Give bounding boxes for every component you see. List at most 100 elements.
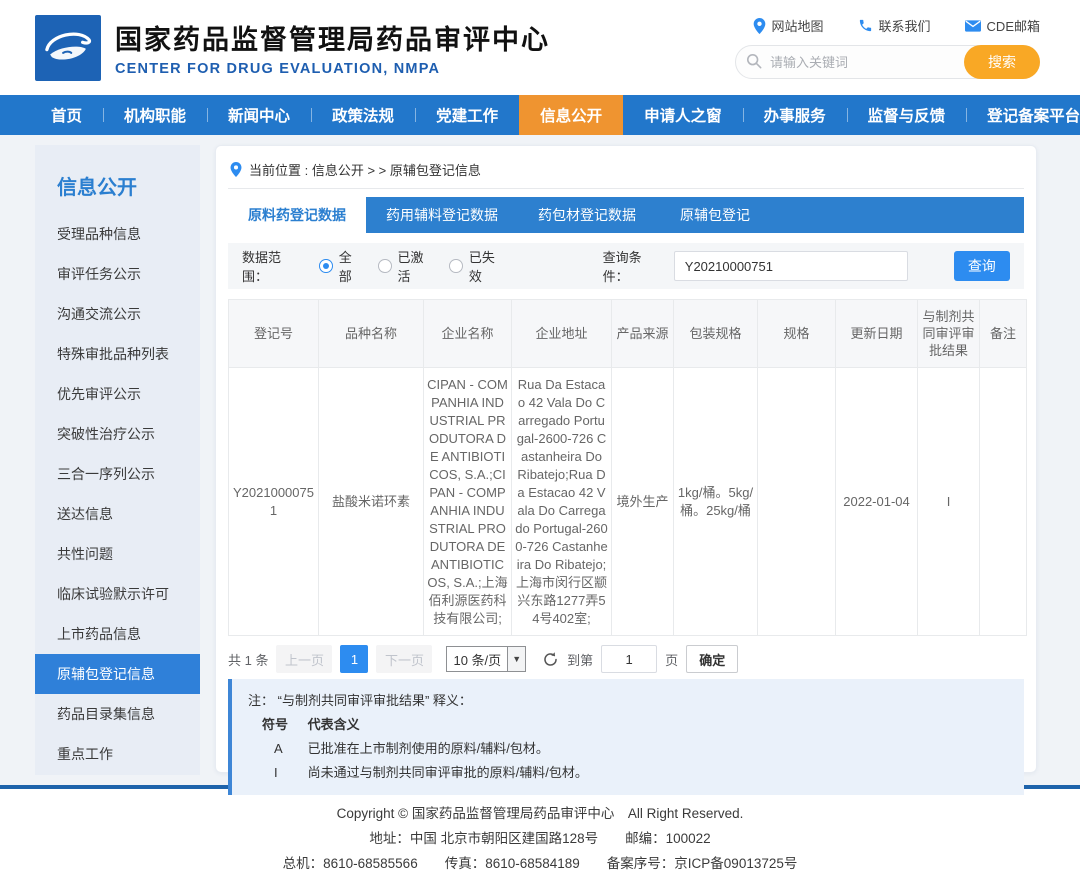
sidebar-item-clinical-trial-license[interactable]: 临床试验默示许可	[35, 574, 200, 614]
page-size-select[interactable]: 10 条/页 ▼	[446, 646, 526, 672]
total-count: 共 1 条	[228, 650, 268, 669]
sidebar-item-delivery-info[interactable]: 送达信息	[35, 494, 200, 534]
cell-spec	[758, 368, 836, 636]
mail-link[interactable]: CDE邮箱	[965, 16, 1040, 35]
table-row: Y20210000751 盐酸米诺环素 CIPAN - COMPANHIA IN…	[229, 368, 1027, 636]
tab-packaging-material-data[interactable]: 药包材登记数据	[518, 197, 656, 233]
radio-activated-label: 已激活	[398, 247, 436, 285]
sidebar-item-review-tasks[interactable]: 审评任务公示	[35, 254, 200, 294]
note-header-row: 符号 代表含义	[248, 713, 1008, 737]
brand-text: 国家药品监督管理局药品审评中心 CENTER FOR DRUG EVALUATI…	[115, 18, 550, 77]
col-header-packaging: 包装规格	[674, 300, 758, 368]
nav-item-registration-platform[interactable]: 登记备案平台	[966, 95, 1080, 135]
query-condition-label: 查询条件：	[603, 247, 666, 285]
sidebar-item-breakthrough-therapy[interactable]: 突破性治疗公示	[35, 414, 200, 454]
radio-activated-dot	[378, 259, 392, 273]
main-area: 信息公开 受理品种信息 审评任务公示 沟通交流公示 特殊审批品种列表 优先审评公…	[0, 135, 1080, 785]
note-meaning-i: 尚未通过与制剂共同审评审批的原料/辅料/包材。	[308, 765, 588, 780]
col-header-remark: 备注	[980, 300, 1027, 368]
note-symbol-a: A	[274, 737, 304, 761]
refresh-icon[interactable]	[542, 651, 559, 668]
search-icon	[746, 53, 762, 74]
scope-label: 数据范围：	[242, 247, 305, 285]
note-box: 注： “与制剂共同审评审批结果” 释义： 符号 代表含义 A 已批准在上市制剂使…	[228, 679, 1024, 795]
col-header-approval-result: 与制剂共同审评审批结果	[918, 300, 980, 368]
cell-approval-result: I	[918, 368, 980, 636]
goto-label: 到第	[567, 650, 593, 669]
cell-product-name: 盐酸米诺环素	[319, 368, 424, 636]
cell-reg-no: Y20210000751	[229, 368, 319, 636]
sidebar-item-raw-material-registration[interactable]: 原辅包登记信息	[35, 654, 200, 694]
nav-item-info-disclosure[interactable]: 信息公开	[519, 95, 623, 135]
sidebar-title: 信息公开	[35, 163, 200, 214]
prev-page-button[interactable]: 上一页	[276, 645, 332, 673]
radio-all[interactable]: 全部	[319, 247, 364, 285]
note-meaning-a: 已批准在上市制剂使用的原料/辅料/包材。	[308, 741, 549, 756]
nav-item-functions[interactable]: 机构职能	[103, 95, 207, 135]
nav-item-services[interactable]: 办事服务	[743, 95, 847, 135]
brand: 国家药品监督管理局药品审评中心 CENTER FOR DRUG EVALUATI…	[35, 15, 550, 81]
sidebar-item-communication[interactable]: 沟通交流公示	[35, 294, 200, 334]
quick-links: 网站地图 联系我们 CDE邮箱	[753, 16, 1040, 35]
note-meaning-header: 代表含义	[308, 717, 360, 732]
tab-excipient-data[interactable]: 药用辅料登记数据	[366, 197, 518, 233]
location-pin-icon	[230, 162, 242, 177]
radio-all-label: 全部	[339, 247, 364, 285]
content-card: 当前位置 : 信息公开 > > 原辅包登记信息 原料药登记数据 药用辅料登记数据…	[215, 145, 1037, 773]
nav-item-party[interactable]: 党建工作	[415, 95, 519, 135]
nav-item-news[interactable]: 新闻中心	[207, 95, 311, 135]
next-page-button[interactable]: 下一页	[376, 645, 432, 673]
sidebar-item-drug-catalog[interactable]: 药品目录集信息	[35, 694, 200, 734]
sidebar-item-priority-review[interactable]: 优先审评公示	[35, 374, 200, 414]
sidebar-item-three-in-one[interactable]: 三合一序列公示	[35, 454, 200, 494]
page-number-button[interactable]: 1	[340, 645, 368, 673]
query-condition-input[interactable]	[674, 251, 908, 281]
page-size-value: 10 条/页	[447, 647, 507, 671]
sidebar-item-common-issues[interactable]: 共性问题	[35, 534, 200, 574]
breadcrumb-label: 当前位置 : 信息公开 > > 原辅包登记信息	[249, 160, 481, 179]
cell-company-name: CIPAN - COMPANHIA INDUSTRIAL PRODUTORA D…	[424, 368, 512, 636]
phone-icon	[858, 18, 873, 33]
header-searchbar: 搜索	[735, 45, 1040, 79]
confirm-button[interactable]: 确定	[686, 645, 738, 673]
filter-bar: 数据范围： 全部 已激活 已失效 查询条件： 查询	[228, 243, 1024, 289]
sitemap-link[interactable]: 网站地图	[753, 16, 824, 35]
nav-item-applicant[interactable]: 申请人之窗	[623, 95, 743, 135]
col-header-company-name: 企业名称	[424, 300, 512, 368]
contact-link-label: 联系我们	[879, 16, 931, 35]
tab-raw-material-data[interactable]: 原料药登记数据	[228, 197, 366, 233]
radio-activated[interactable]: 已激活	[378, 247, 435, 285]
site-header: 国家药品监督管理局药品审评中心 CENTER FOR DRUG EVALUATI…	[0, 0, 1080, 95]
goto-page-input[interactable]	[601, 645, 657, 673]
sidebar-item-key-work[interactable]: 重点工作	[35, 734, 200, 774]
radio-expired-label: 已失效	[469, 247, 507, 285]
cell-origin: 境外生产	[612, 368, 674, 636]
location-pin-icon	[753, 18, 766, 34]
query-button[interactable]: 查询	[954, 251, 1010, 281]
col-header-update-date: 更新日期	[836, 300, 918, 368]
mail-link-label: CDE邮箱	[987, 16, 1040, 35]
contact-link[interactable]: 联系我们	[858, 16, 931, 35]
sidebar-item-marketed-drugs[interactable]: 上市药品信息	[35, 614, 200, 654]
registration-table: 登记号 品种名称 企业名称 企业地址 产品来源 包装规格 规格 更新日期 与制剂…	[228, 299, 1027, 636]
nav-item-policy[interactable]: 政策法规	[311, 95, 415, 135]
sitemap-link-label: 网站地图	[772, 16, 824, 35]
table-header-row: 登记号 品种名称 企业名称 企业地址 产品来源 包装规格 规格 更新日期 与制剂…	[229, 300, 1027, 368]
nav-item-supervision[interactable]: 监督与反馈	[847, 95, 967, 135]
note-symbol-i: I	[274, 761, 304, 785]
goto-unit: 页	[665, 650, 678, 669]
sidebar-item-accepted-products[interactable]: 受理品种信息	[35, 214, 200, 254]
site-title: 国家药品监督管理局药品审评中心	[115, 18, 550, 57]
pagination: 共 1 条 上一页 1 下一页 10 条/页 ▼ 到第 页 确定	[228, 645, 1024, 673]
footer-contact: 总机：8610-68585566 传真：8610-68584189 备案序号：京…	[0, 851, 1080, 876]
site-footer: Copyright © 国家药品监督管理局药品审评中心 All Right Re…	[0, 789, 1080, 876]
nav-item-home[interactable]: 首页	[30, 95, 103, 135]
sidebar-item-special-approval[interactable]: 特殊审批品种列表	[35, 334, 200, 374]
tab-registration[interactable]: 原辅包登记	[656, 197, 774, 233]
col-header-product-name: 品种名称	[319, 300, 424, 368]
search-button[interactable]: 搜索	[964, 45, 1040, 79]
cell-remark	[980, 368, 1027, 636]
breadcrumb: 当前位置 : 信息公开 > > 原辅包登记信息	[228, 156, 1024, 188]
radio-expired[interactable]: 已失效	[449, 247, 506, 285]
sidebar: 信息公开 受理品种信息 审评任务公示 沟通交流公示 特殊审批品种列表 优先审评公…	[35, 145, 200, 775]
